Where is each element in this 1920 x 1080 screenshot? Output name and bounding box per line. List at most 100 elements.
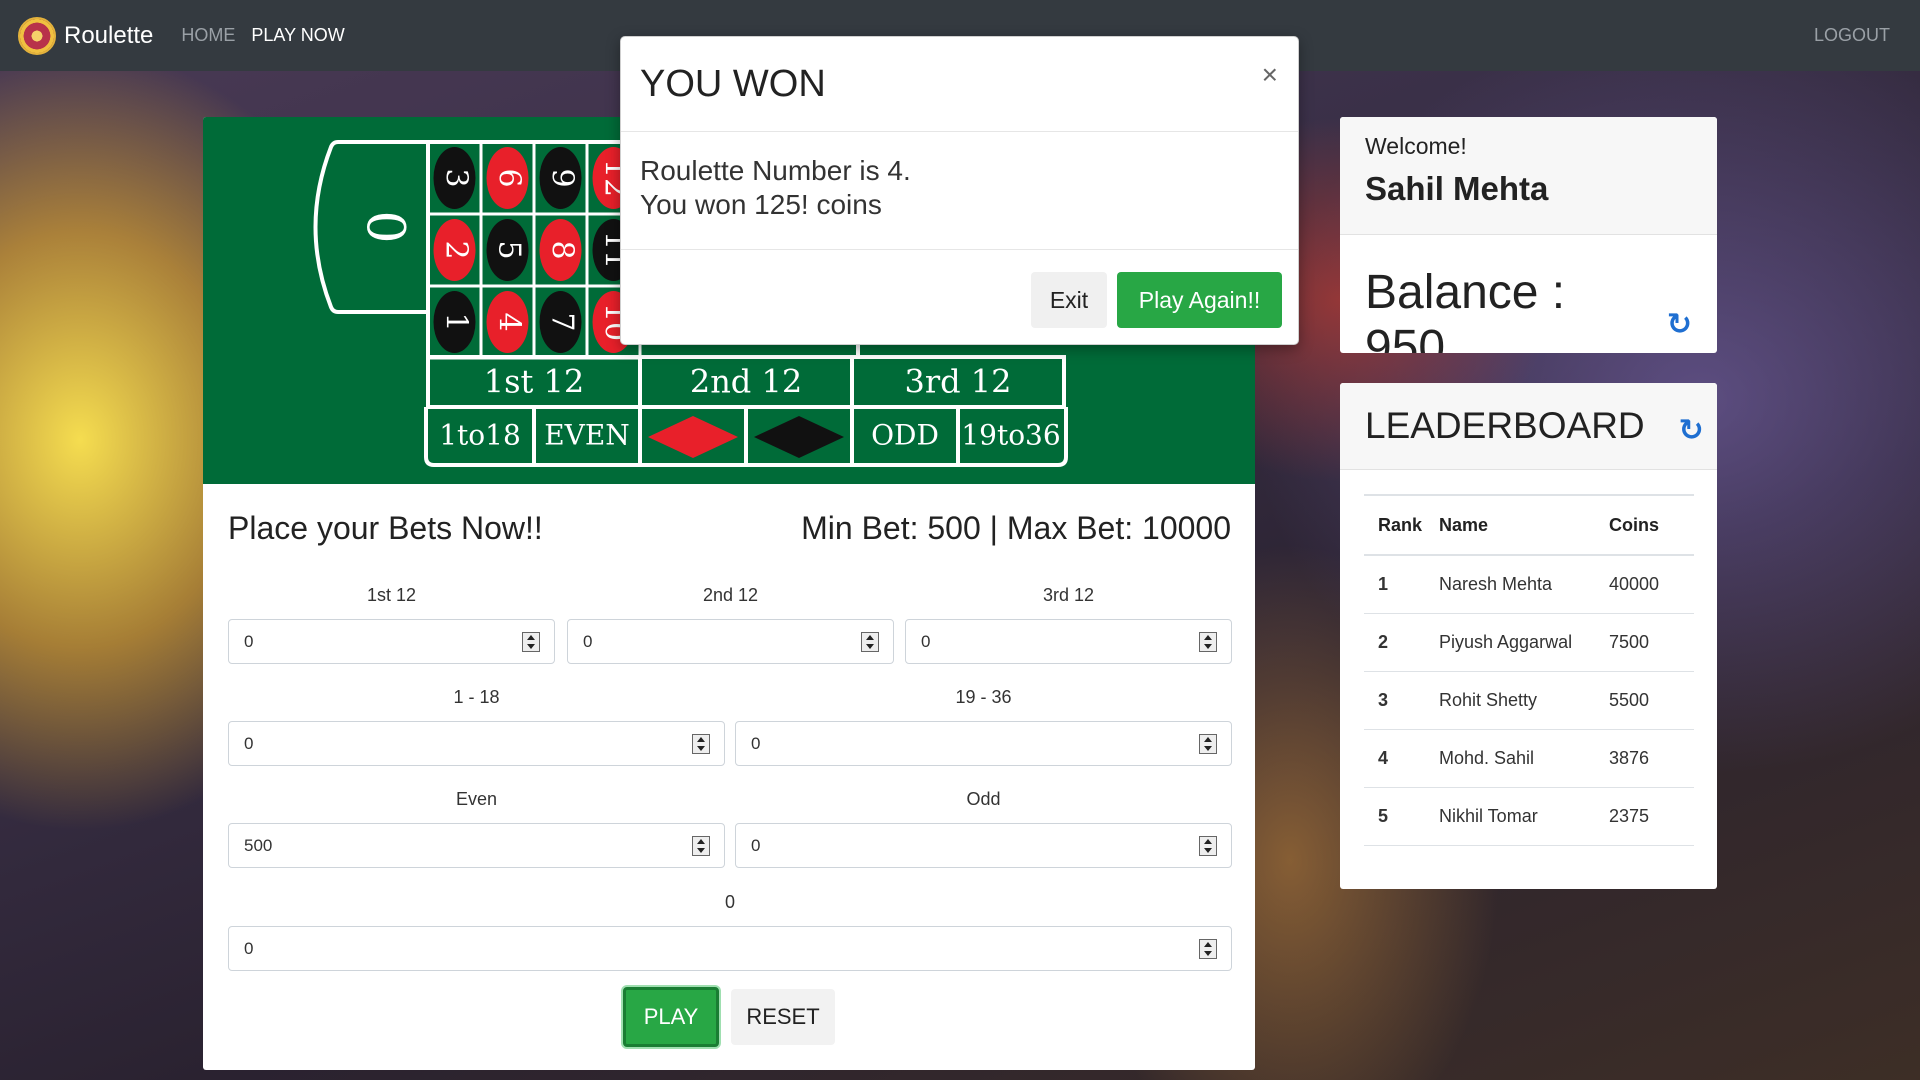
- number-label: 3: [439, 168, 474, 187]
- table-header-row: Rank Name Coins: [1364, 494, 1694, 556]
- number-cell-2[interactable]: 2: [426, 212, 483, 288]
- label-3rd-12: 3rd 12: [1042, 585, 1095, 605]
- spinner-icon[interactable]: [522, 632, 540, 652]
- input-19-36[interactable]: 0: [735, 721, 1232, 766]
- nav-home-link[interactable]: HOME: [181, 25, 235, 46]
- column-header-name: Name: [1439, 494, 1609, 556]
- label-odd: Odd: [966, 789, 1001, 809]
- rank-cell: 1: [1364, 555, 1439, 614]
- exit-button[interactable]: Exit: [1031, 272, 1107, 328]
- coins-cell: 2375: [1609, 787, 1694, 846]
- input-even[interactable]: 500: [228, 823, 725, 868]
- label-zero: 0: [724, 892, 735, 912]
- spinner-icon[interactable]: [692, 734, 710, 754]
- welcome-header: Welcome! Sahil Mehta: [1340, 117, 1717, 235]
- coins-cell: 3876: [1609, 729, 1694, 788]
- name-cell: Piyush Aggarwal: [1439, 613, 1609, 672]
- coins-cell: 5500: [1609, 671, 1694, 730]
- input-odd-value: 0: [751, 835, 761, 855]
- number-cell-8[interactable]: 8: [532, 212, 589, 288]
- outside-bets-row: 1to18 EVEN ODD 19to36: [424, 407, 1068, 467]
- number-label: 6: [492, 168, 527, 187]
- modal-footer: Exit Play Again!!: [621, 250, 1298, 344]
- play-button[interactable]: PLAY: [623, 987, 719, 1047]
- close-icon[interactable]: ×: [1262, 59, 1278, 91]
- balance-text: Balance : 950: [1365, 266, 1566, 353]
- number-label: 5: [492, 240, 527, 259]
- name-cell: Rohit Shetty: [1439, 671, 1609, 730]
- play-again-button[interactable]: Play Again!!: [1117, 272, 1282, 328]
- brand[interactable]: Roulette: [18, 16, 154, 55]
- bet-even[interactable]: EVEN: [544, 419, 630, 452]
- refresh-icon[interactable]: ↻: [1679, 413, 1704, 448]
- number-cell-9[interactable]: 9: [532, 140, 589, 216]
- balance-row: Balance : 950 ↻: [1340, 235, 1717, 353]
- table-row: 4 Mohd. Sahil 3876: [1364, 729, 1694, 788]
- modal-title: YOU WON: [640, 62, 826, 105]
- number-cell-5[interactable]: 5: [479, 212, 536, 288]
- number-cell-4[interactable]: 4: [479, 284, 536, 360]
- brand-name: Roulette: [64, 21, 154, 49]
- user-name: Sahil Mehta: [1365, 170, 1549, 207]
- reset-button[interactable]: RESET: [731, 989, 835, 1045]
- coins-cell: 40000: [1609, 555, 1694, 614]
- label-1st-12: 1st 12: [366, 585, 417, 605]
- red-diamond-bet[interactable]: [648, 416, 738, 458]
- input-19-36-value: 0: [751, 733, 761, 753]
- input-3rd-12[interactable]: 0: [905, 619, 1232, 664]
- name-cell: Mohd. Sahil: [1439, 729, 1609, 788]
- refresh-icon[interactable]: ↻: [1667, 307, 1692, 342]
- input-2nd-12[interactable]: 0: [567, 619, 894, 664]
- table-row: 2 Piyush Aggarwal 7500: [1364, 613, 1694, 672]
- table-row: 1 Naresh Mehta 40000: [1364, 555, 1694, 614]
- number-cell-3[interactable]: 3: [426, 140, 483, 216]
- spinner-icon[interactable]: [1199, 734, 1217, 754]
- coins-cell: 7500: [1609, 613, 1694, 672]
- leaderboard-card: LEADERBOARD ↻ Rank Name Coins 1 Naresh M…: [1340, 383, 1717, 889]
- dozens-row: 1st 12 2nd 12 3rd 12: [426, 355, 1066, 409]
- number-label: 9: [545, 168, 580, 187]
- input-1-18[interactable]: 0: [228, 721, 725, 766]
- black-diamond-bet[interactable]: [754, 416, 844, 458]
- bet-limits: Min Bet: 500 | Max Bet: 10000: [801, 510, 1231, 546]
- roulette-number-text: Roulette Number is 4.: [640, 155, 911, 186]
- number-label: 4: [492, 312, 527, 331]
- number-cell-1[interactable]: 1: [426, 284, 483, 360]
- number-cell-7[interactable]: 7: [532, 284, 589, 360]
- spinner-icon[interactable]: [1199, 836, 1217, 856]
- rank-cell: 5: [1364, 787, 1439, 846]
- input-odd[interactable]: 0: [735, 823, 1232, 868]
- number-cell-6[interactable]: 6: [479, 140, 536, 216]
- input-3rd-12-value: 0: [921, 631, 931, 651]
- bet-19to36[interactable]: 19to36: [961, 419, 1060, 452]
- number-label: 8: [545, 240, 580, 259]
- welcome-card: Welcome! Sahil Mehta Balance : 950 ↻: [1340, 117, 1717, 353]
- label-even: Even: [455, 789, 498, 809]
- modal-header: YOU WON ×: [621, 37, 1298, 132]
- spinner-icon[interactable]: [861, 632, 879, 652]
- name-cell: Naresh Mehta: [1439, 555, 1609, 614]
- spinner-icon[interactable]: [692, 836, 710, 856]
- input-1st-12[interactable]: 0: [228, 619, 555, 664]
- rank-cell: 4: [1364, 729, 1439, 788]
- logout-link[interactable]: LOGOUT: [1814, 25, 1890, 46]
- result-modal: YOU WON × Roulette Number is 4. You won …: [620, 36, 1299, 345]
- table-row: 5 Nikhil Tomar 2375: [1364, 787, 1694, 846]
- rank-cell: 3: [1364, 671, 1439, 730]
- nav-play-now-link[interactable]: PLAY NOW: [251, 25, 344, 46]
- spinner-icon[interactable]: [1199, 632, 1217, 652]
- zero-label[interactable]: 0: [355, 210, 415, 243]
- column-header-coins: Coins: [1609, 494, 1694, 556]
- bet-odd[interactable]: ODD: [871, 419, 939, 452]
- modal-body: Roulette Number is 4. You won 125! coins: [621, 132, 1298, 250]
- welcome-text: Welcome!: [1365, 133, 1467, 159]
- spinner-icon[interactable]: [1199, 939, 1217, 959]
- label-2nd-12: 2nd 12: [702, 585, 759, 605]
- input-zero[interactable]: 0: [228, 926, 1232, 971]
- number-label: 2: [439, 240, 474, 259]
- input-1st-12-value: 0: [244, 631, 254, 651]
- dozen-label-3: 3rd 12: [904, 363, 1011, 401]
- bet-1to18[interactable]: 1to18: [439, 419, 521, 452]
- bets-heading: Place your Bets Now!!: [228, 510, 543, 546]
- dozen-label-1: 1st 12: [484, 363, 585, 401]
